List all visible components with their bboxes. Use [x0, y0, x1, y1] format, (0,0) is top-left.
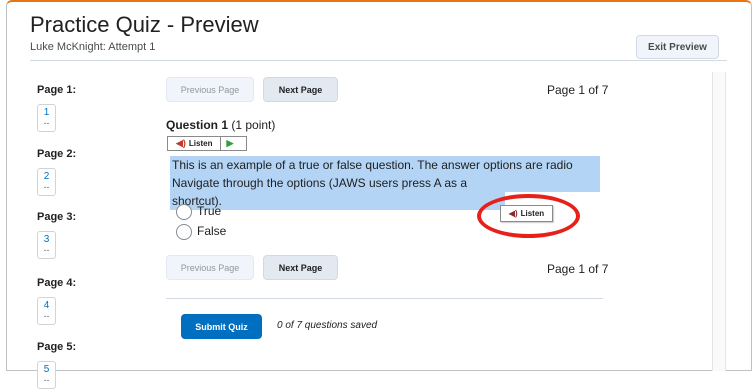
sidebar-page-label-1: Page 1:	[37, 84, 77, 96]
next-page-button-bottom[interactable]: Next Page	[263, 255, 338, 280]
sidebar-page-link-1[interactable]: 1 --	[37, 104, 56, 132]
speaker-icon: ◀)	[176, 138, 186, 148]
saved-status: 0 of 7 questions saved	[277, 320, 378, 331]
sidebar-page-link-4[interactable]: 4 --	[37, 297, 56, 325]
sidebar-page-link-5[interactable]: 5 --	[37, 361, 56, 389]
page-number: 2	[43, 171, 50, 182]
sidebar-page-label-5: Page 5:	[37, 341, 77, 353]
page-status: --	[43, 118, 50, 128]
submit-quiz-button[interactable]: Submit Quiz	[181, 314, 262, 339]
page-title: Practice Quiz - Preview	[30, 12, 259, 37]
listen-toolbar: ◀) Listen ▶	[167, 136, 247, 151]
sidebar-page-label-4: Page 4:	[37, 277, 77, 289]
attempt-subtitle: Luke McKnight: Attempt 1	[30, 41, 156, 53]
play-icon[interactable]: ▶	[226, 138, 233, 149]
previous-page-button-bottom[interactable]: Previous Page	[166, 255, 254, 280]
question-title: Question 1 (1 point)	[166, 118, 275, 132]
page-status: --	[43, 311, 50, 321]
question-number: Question 1	[166, 118, 229, 132]
toolbar-divider	[220, 137, 222, 150]
page-status: --	[43, 182, 50, 192]
page-indicator: Page 1 of 7	[547, 83, 609, 97]
header-divider	[30, 60, 727, 61]
next-page-button[interactable]: Next Page	[263, 77, 338, 102]
footer-divider	[166, 298, 603, 299]
page-indicator-bottom: Page 1 of 7	[547, 262, 609, 276]
scrollbar[interactable]	[712, 72, 726, 371]
listen-toolbar-label[interactable]: Listen	[189, 139, 213, 148]
page-number: 5	[43, 364, 50, 375]
page-number: 4	[43, 300, 50, 311]
sidebar-page-label-3: Page 3:	[37, 211, 77, 223]
option-false-label[interactable]: False	[197, 224, 226, 238]
radio-false[interactable]	[176, 224, 192, 240]
exit-preview-button[interactable]: Exit Preview	[636, 35, 719, 59]
option-true-label[interactable]: True	[197, 204, 221, 218]
sidebar-page-label-2: Page 2:	[37, 148, 77, 160]
radio-true[interactable]	[176, 204, 192, 220]
page-number: 3	[43, 234, 50, 245]
annotation-circle	[477, 194, 580, 238]
page-status: --	[43, 375, 50, 385]
page-status: --	[43, 245, 50, 255]
question-points: (1 point)	[231, 118, 276, 132]
sidebar-page-link-2[interactable]: 2 --	[37, 168, 56, 196]
previous-page-button[interactable]: Previous Page	[166, 77, 254, 102]
sidebar-page-link-3[interactable]: 3 --	[37, 231, 56, 259]
page-number: 1	[43, 107, 50, 118]
